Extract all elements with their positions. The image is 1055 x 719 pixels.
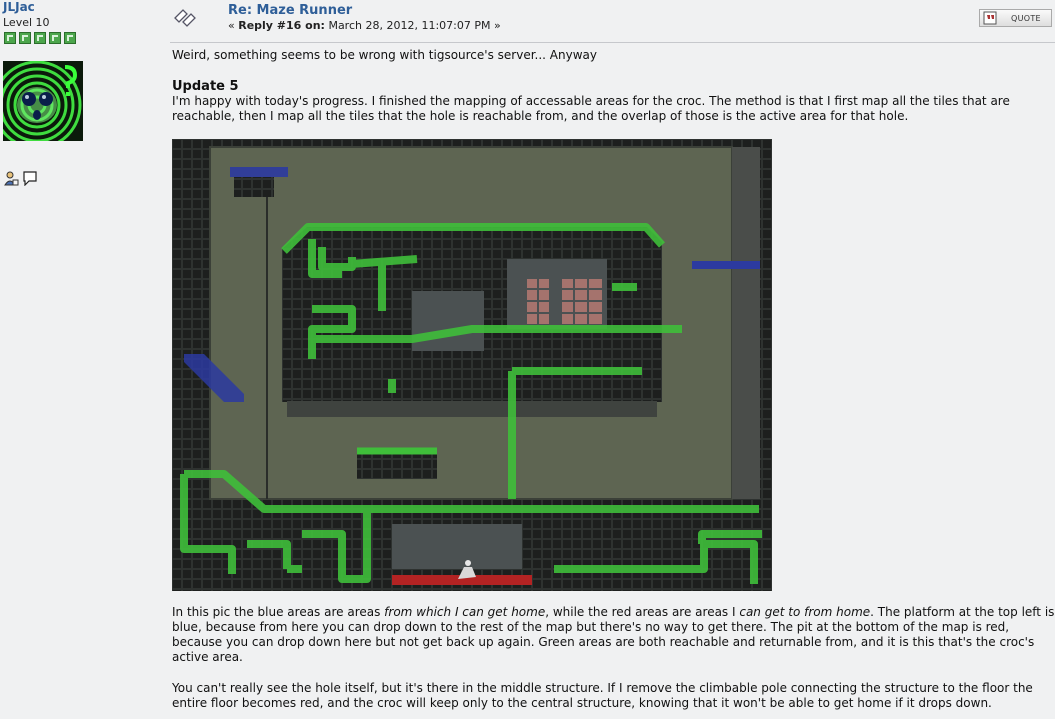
poster-rank: Level 10 — [3, 16, 50, 29]
star-icon — [34, 32, 46, 44]
quote-button[interactable]: QUOTE — [979, 9, 1052, 27]
para2-emphasis-from-home: can get to from home — [739, 605, 871, 619]
poster-info: JLJac Level 10 — [0, 0, 165, 719]
quote-icon — [983, 11, 997, 25]
reply-label: Reply #16 on: — [238, 19, 325, 32]
para2-part-a: In this pic the blue areas are areas — [172, 605, 385, 619]
reply-date: March 28, 2012, 11:07:07 PM — [328, 19, 491, 32]
update-heading: Update 5 — [172, 79, 239, 94]
star-icon — [64, 32, 76, 44]
paragraph-method: I'm happy with today's progress. I finis… — [172, 94, 1010, 123]
post-title[interactable]: Re: Maze Runner — [228, 3, 352, 18]
star-icon — [19, 32, 31, 44]
quote-label: QUOTE — [1011, 13, 1041, 23]
post-icon — [172, 6, 198, 30]
rank-stars — [4, 32, 76, 44]
para2-part-c: , while the red areas are areas I — [545, 605, 740, 619]
message-icon[interactable] — [22, 170, 38, 187]
reply-prefix: « — [228, 19, 235, 32]
star-icon — [4, 32, 16, 44]
intro-text: Weird, something seems to be wrong with … — [172, 48, 597, 62]
avatar — [3, 61, 83, 141]
game-map-screenshot — [172, 139, 772, 591]
poster-actions — [3, 170, 38, 187]
poster-name[interactable]: JLJac — [3, 0, 35, 14]
paragraph-hole: You can't really see the hole itself, bu… — [172, 681, 1033, 710]
paragraph-legend: In this pic the blue areas are areas fro… — [172, 605, 1055, 665]
profile-icon[interactable] — [3, 170, 19, 186]
reply-suffix: » — [493, 19, 501, 32]
post-meta: « Reply #16 on: March 28, 2012, 11:07:07… — [228, 19, 501, 32]
para2-emphasis-home: from which I can get home — [384, 605, 546, 619]
star-icon — [49, 32, 61, 44]
header-divider — [170, 42, 1055, 43]
